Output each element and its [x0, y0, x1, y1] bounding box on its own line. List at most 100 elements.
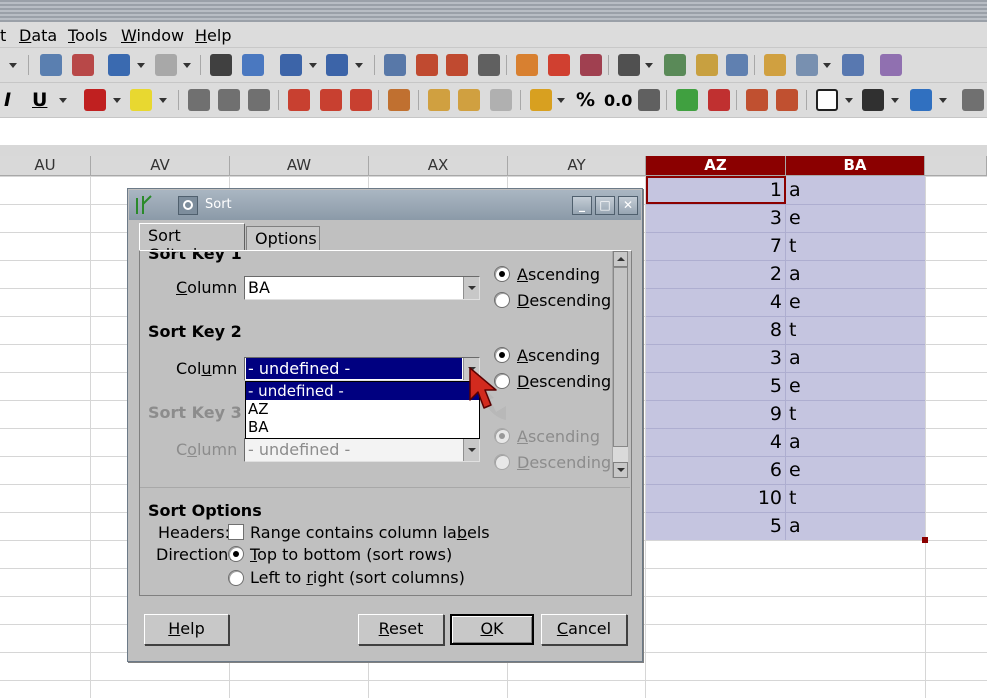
underline-icon[interactable]: U: [32, 89, 47, 111]
columns-dropdown-icon[interactable]: [354, 54, 364, 76]
column-header-aw[interactable]: AW: [230, 156, 369, 176]
ok-button[interactable]: OK: [450, 614, 534, 645]
menu-item-window[interactable]: Window: [121, 26, 184, 45]
date-format-icon[interactable]: [638, 89, 660, 111]
define-range-icon[interactable]: [764, 54, 786, 76]
window-menu-icon[interactable]: [178, 196, 198, 215]
cell-ba-6[interactable]: t: [789, 319, 796, 341]
fill-handle[interactable]: [922, 537, 928, 543]
key3-dropdown-icon[interactable]: [463, 439, 479, 461]
cell-ba-8[interactable]: e: [789, 375, 801, 397]
scroll-thumb[interactable]: [613, 267, 628, 447]
column-header-au[interactable]: AU: [0, 156, 91, 176]
underline-dropdown-icon[interactable]: [58, 89, 68, 111]
key1-ascending-radio[interactable]: [494, 266, 510, 282]
cell-ba-11[interactable]: e: [789, 459, 801, 481]
criteria-scrollbar[interactable]: [612, 251, 628, 478]
cell-ba-9[interactable]: t: [789, 403, 796, 425]
special-dropdown-icon[interactable]: [644, 54, 654, 76]
cell-ba-7[interactable]: a: [789, 347, 801, 369]
align-middle-icon[interactable]: [320, 89, 342, 111]
cell-az-1[interactable]: 1: [646, 179, 782, 201]
key3-column-select[interactable]: - undefined -: [244, 438, 480, 462]
merge-cells-icon[interactable]: [428, 89, 450, 111]
key1-descending-radio[interactable]: [494, 292, 510, 308]
dropdown-option-az[interactable]: AZ: [246, 400, 479, 418]
tab-options[interactable]: Options: [246, 226, 320, 251]
highlight-dropdown-icon[interactable]: [158, 89, 168, 111]
border-style-dropdown-icon[interactable]: [890, 89, 900, 111]
cell-az-10[interactable]: 4: [646, 431, 782, 453]
undo-dropdown-icon[interactable]: [136, 54, 146, 76]
cell-az-11[interactable]: 6: [646, 459, 782, 481]
currency-dropdown-icon[interactable]: [556, 89, 566, 111]
key3-ascending-label[interactable]: Ascending: [517, 427, 600, 446]
cell-ba-4[interactable]: a: [789, 263, 801, 285]
spellcheck-icon[interactable]: [242, 54, 264, 76]
align-right-icon[interactable]: [248, 89, 270, 111]
key2-column-dropdown-list[interactable]: - undefined - AZ BA: [245, 381, 480, 439]
increase-indent-icon[interactable]: [746, 89, 768, 111]
borders-icon[interactable]: [816, 89, 838, 111]
cell-ba-1[interactable]: a: [789, 179, 801, 201]
cell-az-8[interactable]: 5: [646, 375, 782, 397]
cell-ba-2[interactable]: e: [789, 207, 801, 229]
cell-az-4[interactable]: 2: [646, 263, 782, 285]
key2-ascending-label[interactable]: Ascending: [517, 346, 600, 365]
sort-icon[interactable]: [384, 54, 406, 76]
unmerge-cells-icon[interactable]: [490, 89, 512, 111]
font-color-icon[interactable]: [84, 89, 106, 111]
key2-descending-label[interactable]: Descending: [517, 372, 611, 391]
emoji-icon[interactable]: [664, 54, 686, 76]
cell-ba-10[interactable]: a: [789, 431, 801, 453]
rows-insert-icon[interactable]: [280, 54, 302, 76]
headers-checkbox-label[interactable]: Range contains column labels: [250, 523, 490, 542]
cell-az-13[interactable]: 5: [646, 515, 782, 537]
key1-column-select[interactable]: BA: [244, 276, 480, 300]
border-style-icon[interactable]: [862, 89, 884, 111]
more-toolbar-icon[interactable]: [962, 89, 984, 111]
align-bottom-icon[interactable]: [350, 89, 372, 111]
reset-button[interactable]: Reset: [358, 614, 444, 645]
column-header-av[interactable]: AV: [91, 156, 230, 176]
currency-icon[interactable]: [530, 89, 552, 111]
cell-az-9[interactable]: 9: [646, 403, 782, 425]
menu-item-help[interactable]: Help: [195, 26, 231, 45]
cell-az-12[interactable]: 10: [646, 487, 782, 509]
cell-az-3[interactable]: 7: [646, 235, 782, 257]
cell-ba-13[interactable]: a: [789, 515, 801, 537]
key2-column-select[interactable]: - undefined -: [244, 357, 480, 381]
percent-icon[interactable]: %: [576, 89, 595, 111]
freeze-icon[interactable]: [796, 54, 818, 76]
key1-dropdown-icon[interactable]: [463, 277, 479, 299]
image-icon[interactable]: [516, 54, 538, 76]
special-character-icon[interactable]: [618, 54, 640, 76]
merge-center-icon[interactable]: [458, 89, 480, 111]
column-header-ay[interactable]: AY: [508, 156, 646, 176]
column-header-az[interactable]: AZ: [646, 156, 786, 176]
italic-icon[interactable]: I: [4, 89, 11, 111]
redo-dropdown-icon[interactable]: [182, 54, 192, 76]
left-to-right-radio[interactable]: [228, 570, 244, 586]
border-color-dropdown-icon[interactable]: [938, 89, 948, 111]
key3-descending-label[interactable]: Descending: [517, 453, 611, 472]
paintbrush-icon[interactable]: [40, 54, 62, 76]
wrap-text-icon[interactable]: [388, 89, 410, 111]
headers-checkbox[interactable]: [228, 524, 244, 540]
menu-item-data[interactable]: Data: [19, 26, 57, 45]
column-header-next[interactable]: [925, 156, 987, 176]
dropdown-option-ba[interactable]: BA: [246, 418, 479, 436]
number-format-icon[interactable]: 0.0: [604, 91, 632, 110]
key1-descending-label[interactable]: Descending: [517, 291, 611, 310]
delete-decimal-icon[interactable]: [708, 89, 730, 111]
autofilter-wand-icon[interactable]: [478, 54, 500, 76]
sort-descending-icon[interactable]: [446, 54, 468, 76]
pivot-icon[interactable]: [580, 54, 602, 76]
scroll-down-icon[interactable]: [613, 462, 628, 478]
cell-ba-12[interactable]: t: [789, 487, 796, 509]
cell-ba-3[interactable]: t: [789, 235, 796, 257]
find-binoculars-icon[interactable]: [210, 54, 232, 76]
column-header-ax[interactable]: AX: [369, 156, 508, 176]
undo-icon[interactable]: [108, 54, 130, 76]
align-top-icon[interactable]: [288, 89, 310, 111]
